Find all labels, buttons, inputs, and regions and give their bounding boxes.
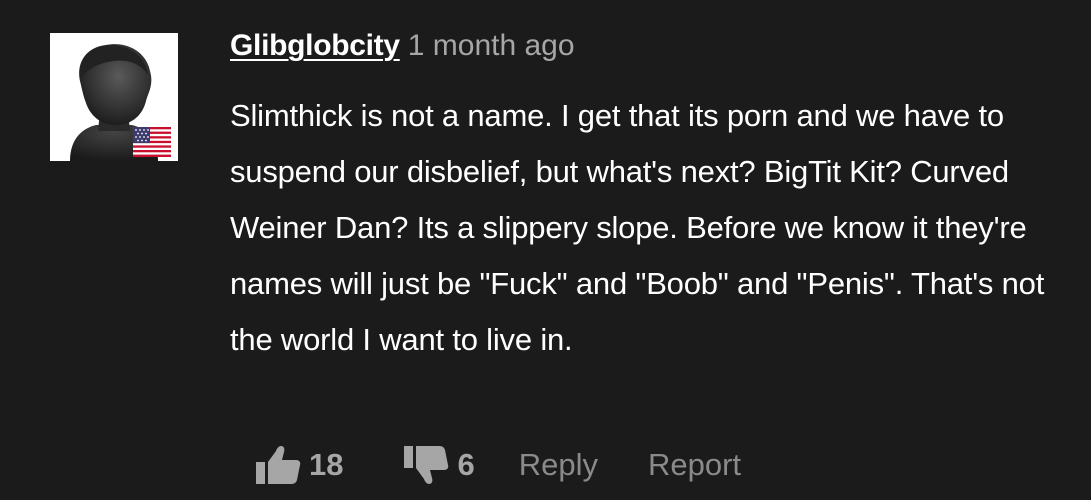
report-button[interactable]: Report: [648, 447, 741, 483]
downvote-button[interactable]: 6: [403, 445, 475, 485]
comment-text: Slimthick is not a name. I get that its …: [230, 98, 1045, 357]
united-states-flag-icon: [133, 127, 171, 157]
thumbs-down-icon: [404, 446, 449, 484]
reply-button[interactable]: Reply: [519, 447, 598, 483]
comment-actions: 18 6 Reply Report: [255, 438, 741, 492]
upvote-button[interactable]: 18: [255, 445, 343, 485]
upvote-count: 18: [309, 447, 344, 482]
comment-timestamp: 1 month ago: [407, 29, 575, 62]
downvote-count: 6: [457, 447, 475, 482]
username-link[interactable]: Glibglobcity: [230, 29, 400, 62]
thumbs-up-icon: [256, 446, 301, 484]
comment-item: Glibglobcity 1 month ago Slimthick is not…: [0, 0, 1091, 500]
comment-header: Glibglobcity 1 month ago: [230, 28, 575, 69]
